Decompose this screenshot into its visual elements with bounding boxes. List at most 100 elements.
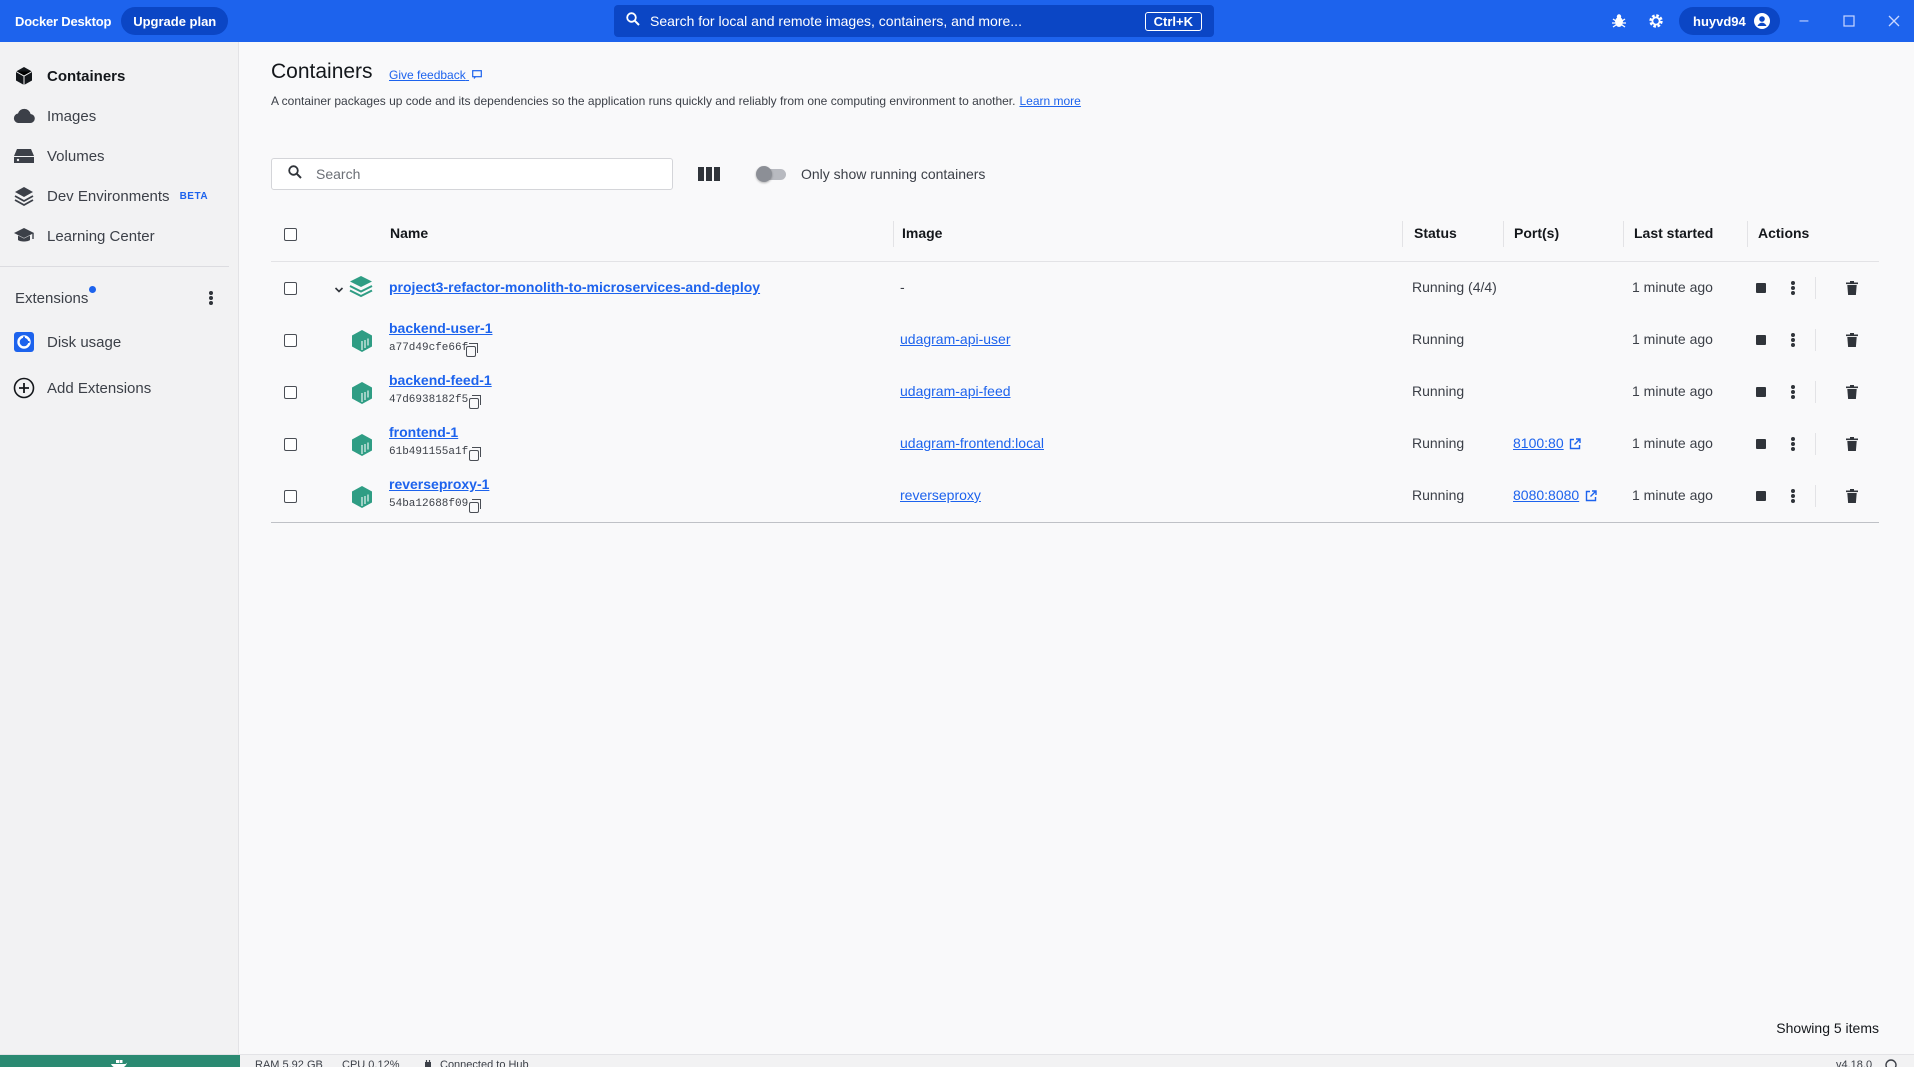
delete-trash-icon[interactable]	[1846, 281, 1858, 295]
global-search-bar[interactable]: Search for local and remote images, cont…	[614, 5, 1214, 37]
sidebar-item-label: Dev Environments	[47, 187, 170, 205]
beta-badge: BETA	[179, 190, 209, 202]
container-name-link[interactable]: frontend-1	[389, 424, 458, 440]
image-link[interactable]: udagram-api-feed	[900, 383, 1011, 399]
notifications-icon[interactable]	[1884, 1058, 1898, 1067]
row-checkbox[interactable]	[284, 386, 297, 399]
containers-table: Name Image Status Port(s) Last started A…	[271, 207, 1879, 523]
more-actions-kebab-icon[interactable]	[1791, 385, 1795, 399]
column-divider	[1623, 221, 1624, 247]
actions-divider	[1815, 381, 1816, 403]
chevron-down-icon[interactable]	[334, 282, 344, 299]
container-name-link[interactable]: backend-user-1	[389, 320, 492, 336]
copy-icon[interactable]	[469, 395, 481, 409]
extensions-menu-kebab-icon[interactable]	[205, 288, 217, 308]
copy-icon[interactable]	[469, 499, 481, 513]
stop-icon[interactable]	[1756, 387, 1766, 397]
column-image[interactable]: Image	[902, 225, 942, 241]
image-link[interactable]: reverseproxy	[900, 487, 981, 503]
container-name-link[interactable]: backend-feed-1	[389, 372, 492, 388]
delete-trash-icon[interactable]	[1846, 437, 1858, 451]
column-ports[interactable]: Port(s)	[1514, 225, 1559, 241]
ram-usage: RAM 5.92 GB	[255, 1059, 323, 1067]
external-link-icon[interactable]	[1569, 438, 1581, 450]
more-actions-kebab-icon[interactable]	[1791, 489, 1795, 503]
more-actions-kebab-icon[interactable]	[1791, 437, 1795, 451]
row-checkbox[interactable]	[284, 438, 297, 451]
delete-trash-icon[interactable]	[1846, 385, 1858, 399]
more-actions-kebab-icon[interactable]	[1791, 333, 1795, 347]
minimize-window-icon[interactable]: –	[1795, 12, 1813, 30]
port-link[interactable]: 8100:80	[1513, 435, 1564, 451]
engine-status-bar[interactable]	[0, 1055, 240, 1067]
table-row[interactable]: reverseproxy-1 54ba12688f09 reverseproxy…	[271, 470, 1879, 522]
container-search-field[interactable]	[271, 158, 673, 190]
actions-divider	[1815, 277, 1816, 299]
stop-icon[interactable]	[1756, 439, 1766, 449]
add-circle-icon	[12, 376, 36, 400]
bug-icon[interactable]	[1610, 12, 1628, 30]
sidebar-item-add-extensions[interactable]: Add Extensions	[0, 368, 239, 408]
group-name-link[interactable]: project3-refactor-monolith-to-microservi…	[389, 279, 760, 295]
table-row[interactable]: frontend-1 61b491155a1f udagram-frontend…	[271, 418, 1879, 470]
image-link[interactable]: udagram-frontend:local	[900, 435, 1044, 451]
sidebar-item-dev-environments[interactable]: Dev Environments BETA	[0, 176, 239, 216]
maximize-window-icon[interactable]	[1840, 12, 1858, 30]
give-feedback-link[interactable]: Give feedback	[389, 68, 482, 82]
sidebar-item-containers[interactable]: Containers	[0, 56, 239, 96]
close-window-icon[interactable]	[1885, 12, 1903, 30]
column-name[interactable]: Name	[390, 225, 428, 241]
title-bar: Docker Desktop Upgrade plan Search for l…	[0, 0, 1914, 42]
sidebar-item-disk-usage[interactable]: Disk usage	[0, 322, 239, 362]
status-text: Running	[1412, 331, 1465, 347]
description-text: A container packages up code and its dep…	[271, 94, 1016, 108]
columns-icon[interactable]	[698, 165, 720, 183]
settings-gear-icon[interactable]	[1647, 12, 1665, 30]
row-checkbox[interactable]	[284, 334, 297, 347]
container-icon	[352, 382, 372, 404]
copy-icon[interactable]	[466, 343, 478, 357]
table-row[interactable]: backend-user-1 a77d49cfe66f udagram-api-…	[271, 314, 1879, 366]
port-link[interactable]: 8080:8080	[1513, 487, 1579, 503]
compose-group-row[interactable]: project3-refactor-monolith-to-microservi…	[271, 262, 1879, 314]
select-all-checkbox[interactable]	[284, 228, 297, 241]
table-row[interactable]: backend-feed-1 47d6938182f5 udagram-api-…	[271, 366, 1879, 418]
sidebar-item-volumes[interactable]: Volumes	[0, 136, 239, 176]
search-input[interactable]	[316, 166, 646, 182]
upgrade-plan-button[interactable]: Upgrade plan	[121, 7, 229, 35]
copy-icon[interactable]	[469, 447, 481, 461]
column-last-started[interactable]: Last started	[1634, 225, 1713, 241]
sidebar-item-label: Add Extensions	[47, 379, 152, 397]
sidebar-item-learning-center[interactable]: Learning Center	[0, 216, 239, 256]
stop-icon[interactable]	[1756, 491, 1766, 501]
sidebar-item-label: Learning Center	[47, 227, 155, 245]
delete-trash-icon[interactable]	[1846, 489, 1858, 503]
delete-trash-icon[interactable]	[1846, 333, 1858, 347]
column-status[interactable]: Status	[1414, 225, 1457, 241]
container-icon	[352, 330, 372, 352]
status-text: Running	[1412, 487, 1465, 503]
column-divider	[1747, 221, 1748, 247]
last-started: 1 minute ago	[1632, 383, 1713, 399]
row-checkbox[interactable]	[284, 282, 297, 295]
status-text: Running	[1412, 383, 1465, 399]
extensions-heading: Extensions	[15, 290, 89, 307]
stop-icon[interactable]	[1756, 283, 1766, 293]
container-id: a77d49cfe66f	[389, 342, 469, 354]
last-started: 1 minute ago	[1632, 331, 1713, 347]
sidebar-item-images[interactable]: Images	[0, 96, 239, 136]
row-checkbox[interactable]	[284, 490, 297, 503]
only-running-toggle[interactable]	[756, 166, 788, 182]
extensions-notification-dot	[89, 286, 96, 293]
app-version: v4.18.0	[1836, 1059, 1873, 1067]
learn-more-link[interactable]: Learn more	[1019, 94, 1080, 108]
account-button[interactable]: huyvd94	[1679, 7, 1780, 35]
more-actions-kebab-icon[interactable]	[1791, 281, 1795, 295]
stop-icon[interactable]	[1756, 335, 1766, 345]
external-link-icon[interactable]	[1585, 490, 1597, 502]
username: huyvd94	[1693, 13, 1746, 29]
image-link[interactable]: udagram-api-user	[900, 331, 1011, 347]
group-image: -	[900, 279, 905, 295]
compose-stack-icon	[348, 274, 374, 302]
container-name-link[interactable]: reverseproxy-1	[389, 476, 489, 492]
